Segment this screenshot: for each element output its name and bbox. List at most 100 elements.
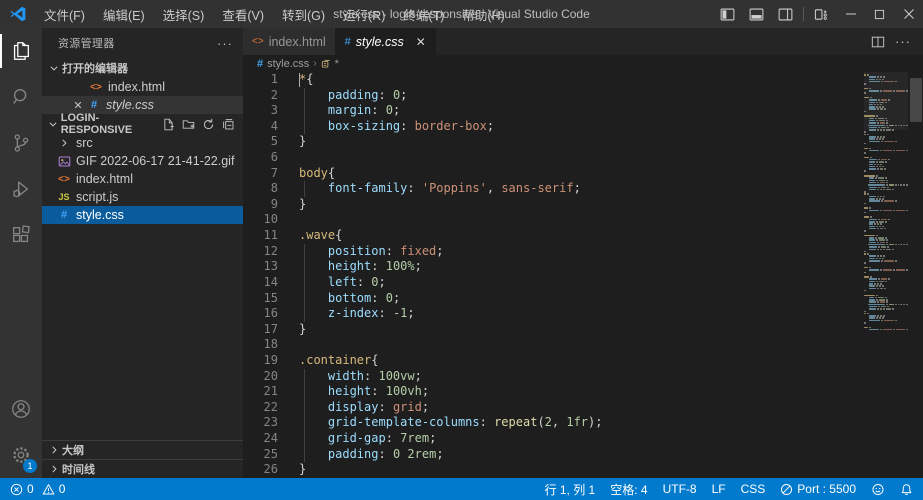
line-number: 11 (243, 228, 291, 244)
warning-icon (42, 483, 55, 496)
git-branch-icon (10, 132, 32, 154)
css-file-icon: # (257, 58, 263, 70)
line-number: 17 (243, 322, 291, 338)
code-line-21: 21 height: 100vh; (243, 384, 923, 400)
status-error-icon[interactable]: 0 (10, 482, 34, 496)
file-GIF 2022-06-17 21-41-22.gif[interactable]: GIF 2022-06-17 21-41-22.gif (42, 152, 243, 170)
code-line-9: 9} (243, 197, 923, 213)
code-line-6: 6 (243, 150, 923, 166)
maximize-button[interactable] (865, 0, 894, 28)
line-number: 26 (243, 462, 291, 478)
open-editors-section-header[interactable]: 打开的编辑器 (42, 58, 243, 78)
line-number: 5 (243, 134, 291, 150)
file-style.css[interactable]: #style.css (42, 206, 243, 224)
html-file-icon: <> (252, 36, 264, 47)
file-script.js[interactable]: JSscript.js (42, 188, 243, 206)
folder-section-header[interactable]: LOGIN-RESPONSIVE (42, 114, 243, 134)
status-warning-icon[interactable]: 0 (42, 482, 66, 496)
menu-item-2[interactable]: 选择(S) (154, 2, 214, 27)
status-feedback[interactable] (871, 483, 885, 496)
status-notifications[interactable] (900, 483, 913, 496)
line-number: 19 (243, 353, 291, 369)
window-controls (713, 0, 923, 28)
new-file-icon[interactable] (162, 118, 175, 131)
code-line-14: 14 left: 0; (243, 275, 923, 291)
activitybar-run-debug[interactable] (0, 166, 42, 212)
line-number: 9 (243, 197, 291, 213)
explorer-more-actions-icon[interactable]: ··· (217, 36, 233, 51)
menu-item-3[interactable]: 查看(V) (213, 2, 273, 27)
scrollbar-thumb[interactable] (910, 78, 922, 122)
breadcrumb[interactable]: # style.css › * (243, 55, 923, 72)
menu-item-1[interactable]: 编辑(E) (94, 2, 154, 27)
status-live-server-port[interactable]: Port : 5500 (780, 482, 856, 496)
error-icon (10, 483, 23, 496)
code-editor[interactable]: 1*{2 padding: 0;3 margin: 0;4 box-sizing… (243, 72, 923, 478)
close-window-button[interactable] (894, 0, 923, 28)
status-cursor-position[interactable]: 行 1, 列 1 (545, 481, 596, 498)
line-number: 8 (243, 181, 291, 197)
close-tab-icon[interactable]: ✕ (416, 35, 426, 49)
timeline-section-header[interactable]: 时间线 (42, 459, 243, 478)
file-src[interactable]: src (42, 134, 243, 152)
close-icon[interactable]: ✕ (70, 99, 86, 112)
customize-layout-icon[interactable] (807, 0, 836, 28)
status-eol[interactable]: LF (712, 482, 726, 496)
minimap[interactable] (864, 74, 908, 331)
code-line-22: 22 display: grid; (243, 400, 923, 416)
code-line-10: 10 (243, 212, 923, 228)
code-line-15: 15 bottom: 0; (243, 291, 923, 307)
files-icon (10, 40, 32, 62)
code-line-19: 19.container{ (243, 353, 923, 369)
toggle-panel-icon[interactable] (742, 0, 771, 28)
line-number: 23 (243, 415, 291, 431)
code-line-17: 17} (243, 322, 923, 338)
breadcrumb-symbol[interactable]: * (335, 58, 339, 70)
line-number: 15 (243, 291, 291, 307)
status-indentation[interactable]: 空格: 4 (610, 481, 647, 498)
activitybar-source-control[interactable] (0, 120, 42, 166)
file-index.html[interactable]: <>index.html (42, 170, 243, 188)
line-number: 12 (243, 244, 291, 260)
code-line-20: 20 width: 100vw; (243, 369, 923, 385)
code-lines: 1*{2 padding: 0;3 margin: 0;4 box-sizing… (243, 72, 923, 478)
window-title: style.css - login-responsive - Visual St… (333, 7, 590, 21)
collapse-all-icon[interactable] (222, 118, 235, 131)
code-line-12: 12 position: fixed; (243, 244, 923, 260)
tab-style.css[interactable]: #style.css✕ (336, 28, 436, 55)
line-number: 24 (243, 431, 291, 447)
menu-item-4[interactable]: 转到(G) (273, 2, 334, 27)
chevron-right-icon (56, 138, 72, 148)
image-file-icon (56, 155, 72, 168)
breadcrumb-file[interactable]: style.css (267, 58, 309, 70)
outline-section-header[interactable]: 大纲 (42, 440, 243, 459)
refresh-icon[interactable] (202, 118, 215, 131)
activitybar-settings[interactable]: 1 (0, 432, 42, 478)
status-language-mode[interactable]: CSS (741, 482, 766, 496)
editor-more-actions-icon[interactable]: ··· (895, 34, 911, 49)
chevron-right-icon: › (313, 58, 316, 69)
line-number: 4 (243, 119, 291, 135)
tab-index.html[interactable]: <>index.html (243, 28, 336, 55)
settings-badge: 1 (23, 459, 37, 473)
vertical-scrollbar[interactable] (909, 72, 923, 478)
activitybar-search[interactable] (0, 74, 42, 120)
chevron-right-icon (46, 464, 62, 474)
html-file-icon: <> (88, 82, 104, 93)
activitybar-account[interactable] (0, 386, 42, 432)
menu-item-0[interactable]: 文件(F) (35, 2, 94, 27)
titlebar-separator (803, 7, 804, 21)
activitybar-explorer[interactable] (0, 28, 42, 74)
code-line-11: 11.wave{ (243, 228, 923, 244)
toggle-secondary-sidebar-icon[interactable] (771, 0, 800, 28)
code-line-8: 8 font-family: 'Poppins', sans-serif; (243, 181, 923, 197)
toggle-sidebar-icon[interactable] (713, 0, 742, 28)
line-number: 10 (243, 212, 291, 228)
css-file-icon: # (345, 36, 351, 48)
activitybar-extensions[interactable] (0, 212, 42, 258)
new-folder-icon[interactable] (182, 118, 195, 131)
open-editor-index.html[interactable]: <>index.html (42, 78, 243, 96)
minimize-button[interactable] (836, 0, 865, 28)
split-editor-icon[interactable] (871, 35, 885, 49)
status-encoding[interactable]: UTF-8 (663, 482, 697, 496)
